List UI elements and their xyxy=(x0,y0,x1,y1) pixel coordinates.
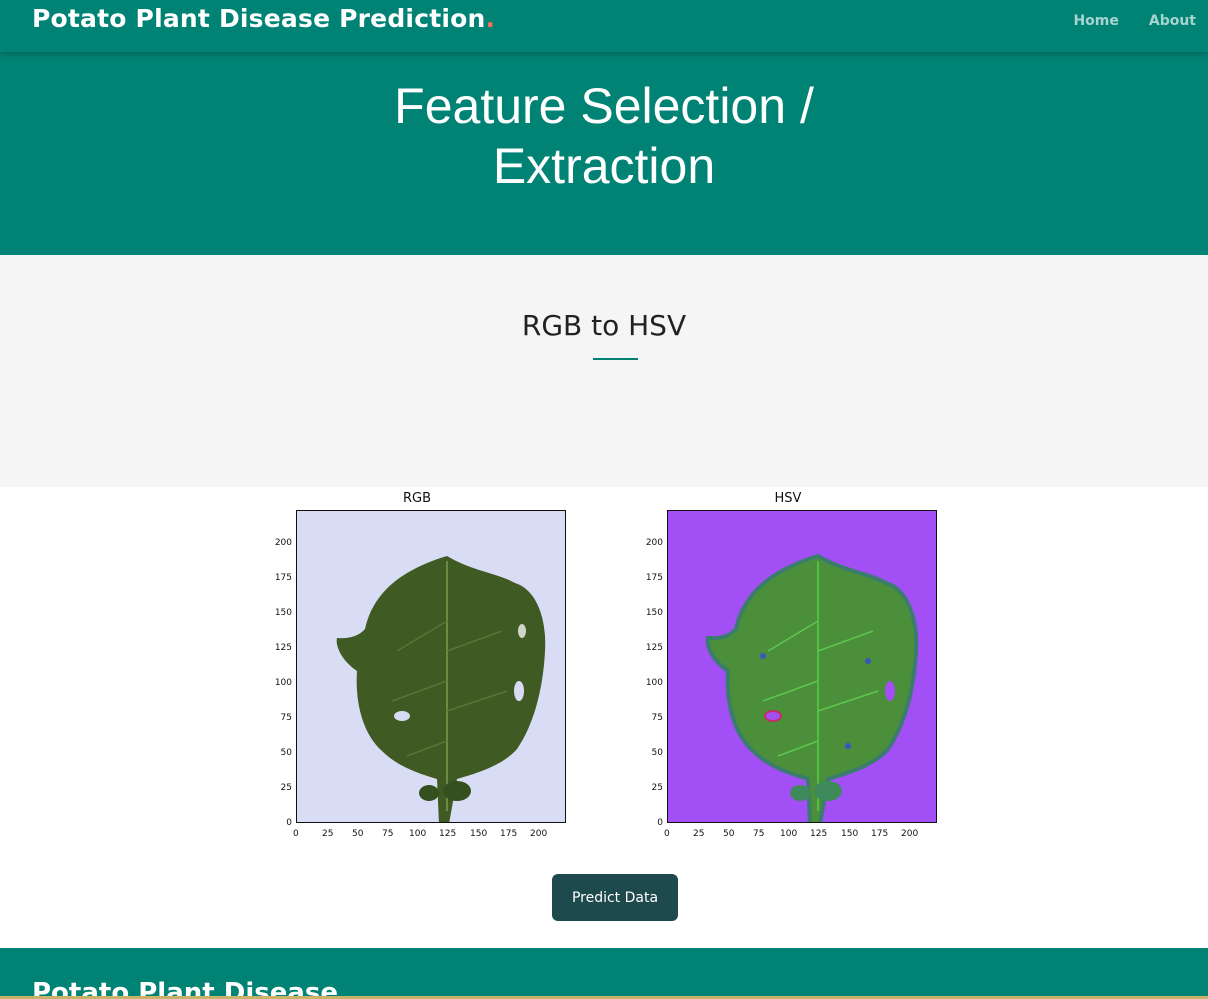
rgb-ytick-150: 150 xyxy=(274,608,292,618)
rgb-xtick-125: 125 xyxy=(439,829,457,839)
hsv-leaf-picture xyxy=(668,511,936,822)
predict-data-button[interactable]: Predict Data xyxy=(552,874,678,921)
site-logo[interactable]: Potato Plant Disease Prediction. xyxy=(32,4,495,33)
hsv-xtick-50: 50 xyxy=(723,829,735,839)
hsv-leaf-image xyxy=(667,510,937,823)
nav-about-link[interactable]: About xyxy=(1149,13,1196,29)
rgb-ytick-25: 25 xyxy=(280,783,292,793)
rgb-plot: RGB 200 175 150 125 100 75 50 25 0 0 25 … xyxy=(272,488,566,848)
hsv-xtick-75: 75 xyxy=(753,829,765,839)
rgb-ytick-0: 0 xyxy=(286,818,292,828)
rgb-xtick-175: 175 xyxy=(500,829,518,839)
rgb-ytick-175: 175 xyxy=(274,573,292,583)
nav-home-link[interactable]: Home xyxy=(1073,13,1118,29)
rgb-xtick-200: 200 xyxy=(530,829,548,839)
hsv-ytick-0: 0 xyxy=(657,818,663,828)
hsv-xtick-150: 150 xyxy=(841,829,859,839)
site-title: Potato Plant Disease Prediction xyxy=(32,4,486,33)
hsv-ytick-125: 125 xyxy=(645,643,663,653)
hsv-ytick-100: 100 xyxy=(645,678,663,688)
hsv-xtick-200: 200 xyxy=(901,829,919,839)
rgb-xtick-150: 150 xyxy=(470,829,488,839)
hsv-xtick-125: 125 xyxy=(810,829,828,839)
hsv-xtick-100: 100 xyxy=(780,829,798,839)
section-underline xyxy=(593,358,638,360)
rgb-xtick-0: 0 xyxy=(293,829,299,839)
rgb-xtick-75: 75 xyxy=(382,829,394,839)
rgb-xtick-25: 25 xyxy=(322,829,334,839)
rgb-ytick-200: 200 xyxy=(274,538,292,548)
hero-banner: Feature Selection / Extraction xyxy=(0,52,1208,255)
nav-menu: Home About xyxy=(1073,13,1196,29)
brand-dot: . xyxy=(485,4,496,33)
rgb-ytick-50: 50 xyxy=(280,748,292,758)
hsv-xtick-25: 25 xyxy=(693,829,705,839)
hsv-xtick-175: 175 xyxy=(871,829,889,839)
hsv-ytick-175: 175 xyxy=(645,573,663,583)
rgb-plot-title: RGB xyxy=(402,491,432,506)
hsv-ytick-75: 75 xyxy=(651,713,663,723)
hsv-ytick-50: 50 xyxy=(651,748,663,758)
hsv-xtick-0: 0 xyxy=(664,829,670,839)
rgb-ytick-125: 125 xyxy=(274,643,292,653)
hsv-ytick-200: 200 xyxy=(645,538,663,548)
rgb-leaf-picture xyxy=(297,511,565,822)
section-header: RGB to HSV xyxy=(0,255,1208,487)
hsv-plot-title: HSV xyxy=(774,491,802,506)
hero-title: Feature Selection / Extraction xyxy=(394,78,814,194)
footer: Potato Plant Disease xyxy=(0,948,1208,999)
section-title: RGB to HSV xyxy=(521,309,687,342)
hsv-plot: HSV 200 175 150 125 100 75 50 25 0 0 25 … xyxy=(643,488,937,848)
rgb-xtick-100: 100 xyxy=(409,829,427,839)
rgb-ytick-75: 75 xyxy=(280,713,292,723)
rgb-leaf-image xyxy=(296,510,566,823)
top-navbar: Potato Plant Disease Prediction. Home Ab… xyxy=(0,0,1208,52)
hsv-ytick-150: 150 xyxy=(645,608,663,618)
hsv-ytick-25: 25 xyxy=(651,783,663,793)
rgb-xtick-50: 50 xyxy=(352,829,364,839)
rgb-ytick-100: 100 xyxy=(274,678,292,688)
